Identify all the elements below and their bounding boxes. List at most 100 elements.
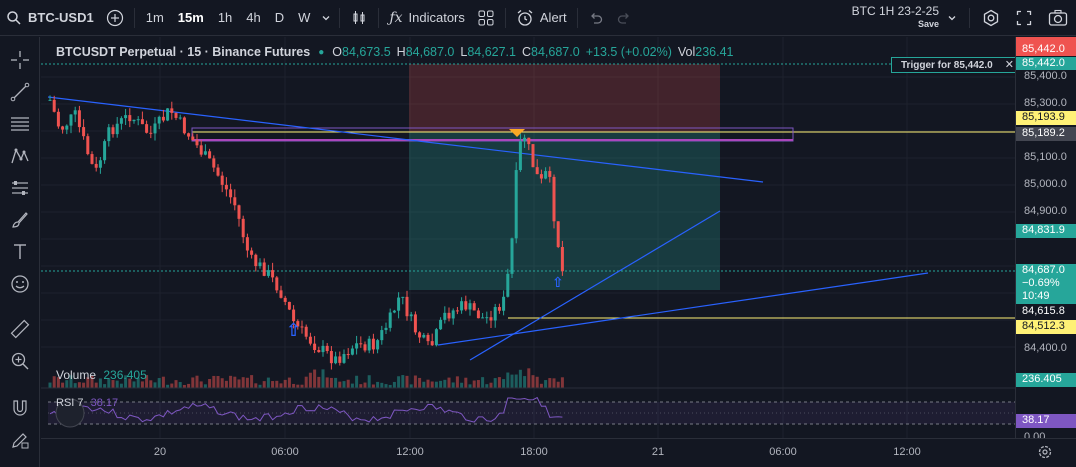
magnet-icon xyxy=(13,400,27,416)
candle-body xyxy=(535,167,539,175)
volume-bar xyxy=(262,381,266,388)
candle-body xyxy=(140,119,144,125)
timeframe-4h[interactable]: 4h xyxy=(239,10,267,25)
horizontal-lines-icon xyxy=(11,117,29,131)
lock-drawings-tool[interactable] xyxy=(8,428,32,452)
candle-body xyxy=(174,112,178,118)
projection-tool[interactable] xyxy=(8,176,32,200)
screenshot-button[interactable] xyxy=(1040,0,1076,36)
time-axis[interactable]: 20 06:00 12:00 18:00 21 06:00 12:00 xyxy=(41,438,1076,467)
volume-bar xyxy=(329,377,333,388)
candle-body xyxy=(413,314,417,333)
candle-body xyxy=(216,167,220,176)
candle-body xyxy=(69,114,73,126)
volume-bar xyxy=(548,378,552,388)
redo-button[interactable] xyxy=(610,0,638,36)
candle-body xyxy=(237,205,241,219)
stop-loss-zone[interactable] xyxy=(409,64,720,132)
price-chart[interactable]: ⇧ ⇧ xyxy=(41,37,1015,438)
volume-bar xyxy=(342,381,346,388)
timeframe-1h[interactable]: 1h xyxy=(211,10,239,25)
candle-body xyxy=(48,99,52,101)
chart-type-button[interactable] xyxy=(344,0,374,36)
indicators-button[interactable]: ƒx Indicators xyxy=(383,0,470,36)
price-tick: 85,100.0 xyxy=(1024,151,1067,163)
price-label-target: 84,831.9 xyxy=(1016,224,1076,238)
volume-legend[interactable]: Volume 236.405 xyxy=(56,368,147,382)
candle-body xyxy=(178,117,182,119)
candle-body xyxy=(287,301,291,310)
trendline-tool[interactable] xyxy=(8,80,32,104)
timeframe-1m[interactable]: 1m xyxy=(139,10,171,25)
alert-button[interactable]: Alert xyxy=(510,0,573,36)
volume-bar xyxy=(371,384,375,388)
candle-body xyxy=(493,307,497,321)
high-value: 84,687.0 xyxy=(405,45,455,59)
take-profit-zone[interactable] xyxy=(409,132,720,290)
volume-bar xyxy=(523,376,527,388)
volume-bar xyxy=(304,376,308,388)
candle-body xyxy=(539,174,543,179)
volume-bar xyxy=(506,372,510,388)
candle-body xyxy=(556,221,560,248)
gear-icon xyxy=(983,9,999,27)
price-label-alert-red: 85,442.0 xyxy=(1016,43,1076,56)
fib-tool[interactable] xyxy=(8,112,32,136)
price-label-yellow-2: 84,512.3 xyxy=(1016,320,1076,334)
timeframe-w[interactable]: W xyxy=(291,10,317,25)
layout-save-button[interactable]: BTC 1H 23-2-25 Save xyxy=(852,5,945,31)
candle-body xyxy=(166,108,170,121)
time-tick: 21 xyxy=(651,446,665,458)
candle-body xyxy=(439,319,443,330)
candle-body xyxy=(107,127,111,142)
volume-bar xyxy=(212,375,216,388)
layout-dropdown[interactable] xyxy=(945,0,965,36)
fullscreen-button[interactable] xyxy=(1008,0,1040,36)
zoom-tool[interactable] xyxy=(8,349,32,373)
candle-body xyxy=(548,171,552,177)
price-label-zone: 85,189.2 xyxy=(1016,127,1076,141)
chevron-down-icon xyxy=(948,16,956,21)
volume-bar xyxy=(271,381,275,388)
toolbar-right: BTC 1H 23-2-25 Save xyxy=(852,0,1076,36)
crosshair-tool[interactable] xyxy=(8,48,32,72)
candle-body xyxy=(128,115,132,122)
volume-bar xyxy=(48,382,52,388)
low-label: L xyxy=(460,45,468,59)
candle-body xyxy=(518,141,522,171)
emoji-tool[interactable] xyxy=(8,272,32,296)
symbol-search[interactable]: BTC-USD1 xyxy=(0,0,100,36)
candle-body xyxy=(531,144,535,168)
divider xyxy=(378,7,380,28)
layout-button[interactable] xyxy=(471,0,501,36)
brush-tool[interactable] xyxy=(8,208,32,232)
candle-body xyxy=(552,176,556,222)
candle-body xyxy=(271,270,275,278)
candle-body xyxy=(514,170,518,239)
eye-icon[interactable]: ● xyxy=(318,47,324,58)
compare-button[interactable] xyxy=(100,0,130,36)
chart-settings-button[interactable] xyxy=(1037,444,1053,465)
magnet-tool[interactable] xyxy=(8,396,32,420)
plus-circle-icon xyxy=(106,9,123,26)
text-tool[interactable] xyxy=(8,240,32,264)
undo-icon xyxy=(590,12,602,24)
series-title[interactable]: BTCUSDT Perpetual · 15 · Binance Futures xyxy=(56,45,310,59)
timeframe-d[interactable]: D xyxy=(268,10,291,25)
pattern-tool[interactable] xyxy=(8,144,32,168)
alert-trigger-label[interactable]: Trigger for 85,442.0 ✕ xyxy=(891,57,1017,73)
volume-bar xyxy=(157,378,161,388)
volume-bar xyxy=(283,379,287,388)
volume-bar xyxy=(355,375,359,388)
settings-button[interactable] xyxy=(974,0,1008,36)
timeframe-15m[interactable]: 15m xyxy=(171,10,211,25)
candle-body xyxy=(82,127,86,137)
volume-bar xyxy=(464,377,468,388)
measure-tool[interactable] xyxy=(8,317,32,341)
close-icon[interactable]: ✕ xyxy=(1005,58,1014,71)
volume-bar xyxy=(451,382,455,388)
timeframe-dropdown[interactable] xyxy=(317,0,335,36)
undo-button[interactable] xyxy=(582,0,610,36)
rsi-legend[interactable]: RSI 7 38.17 xyxy=(56,397,118,409)
price-axis[interactable]: 85,400.0 85,300.0 85,100.0 85,000.0 84,9… xyxy=(1015,37,1076,443)
